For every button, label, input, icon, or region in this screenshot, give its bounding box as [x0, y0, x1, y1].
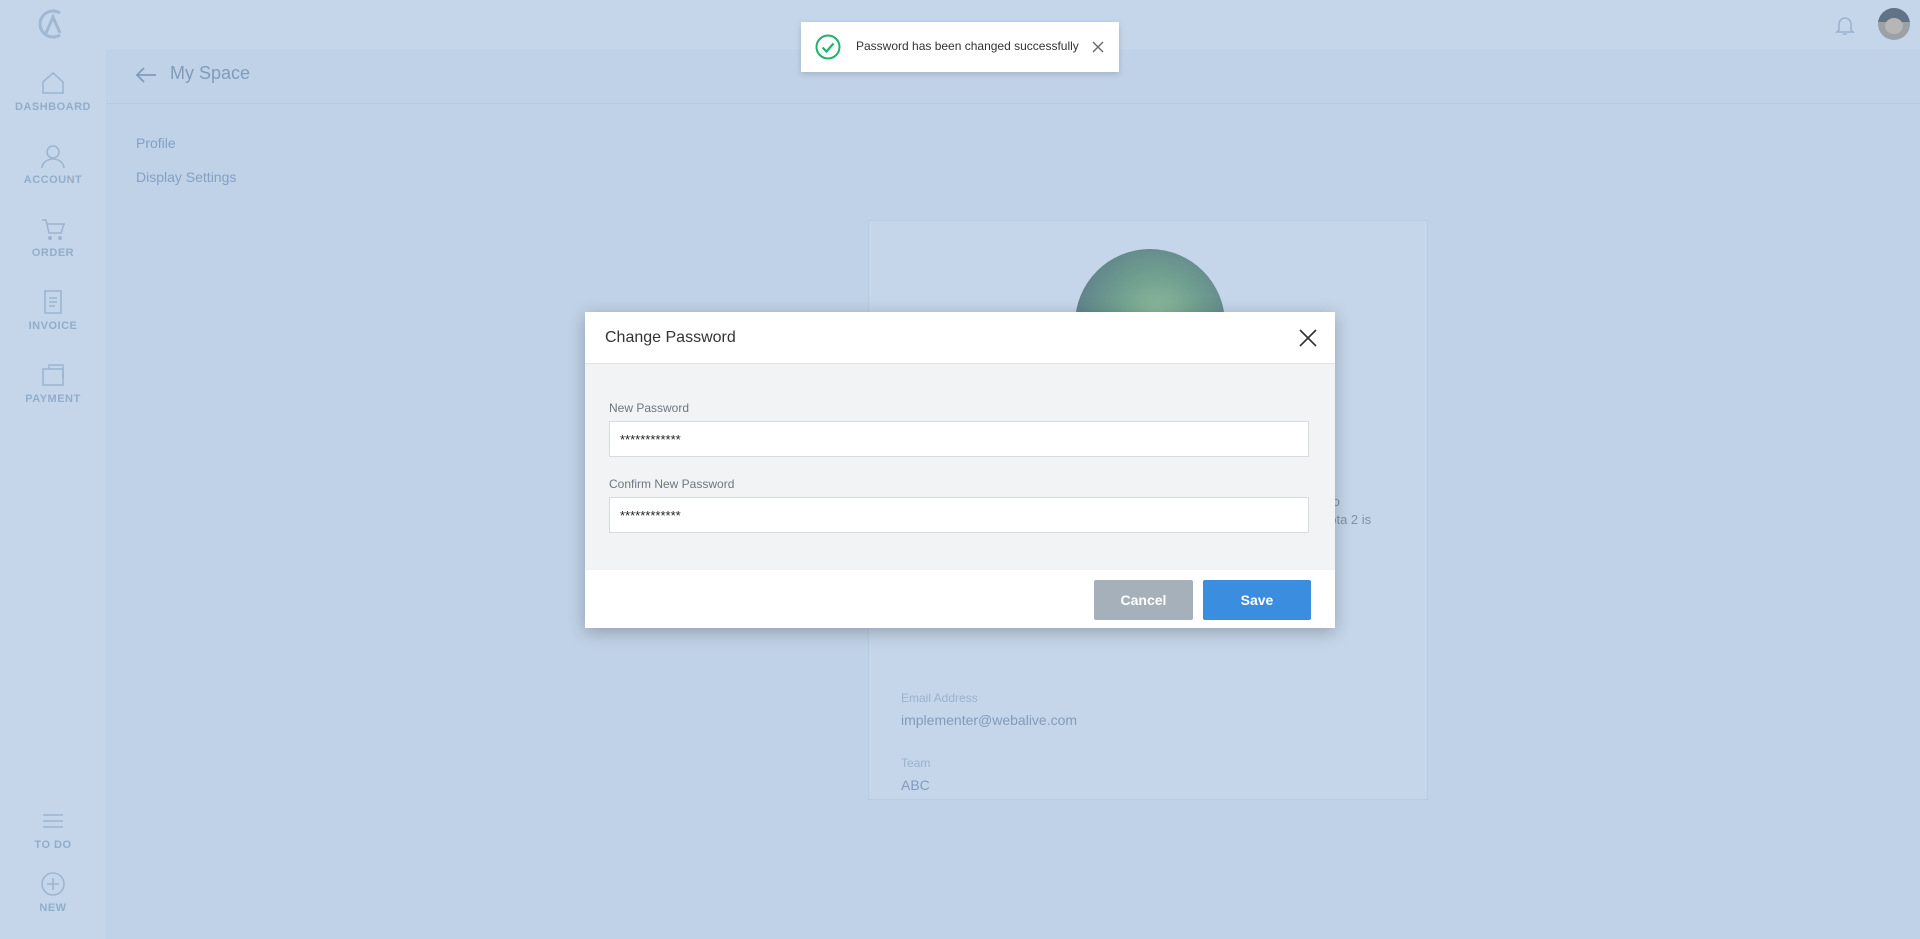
- dialog-title: Change Password: [605, 329, 736, 346]
- dialog-footer: Cancel Save: [585, 570, 1335, 628]
- dialog-header: Change Password: [585, 312, 1335, 364]
- check-circle-icon: [815, 34, 841, 60]
- change-password-dialog: Change Password New Password Confirm New…: [585, 312, 1335, 628]
- confirm-password-label: Confirm New Password: [609, 477, 735, 491]
- new-password-label: New Password: [609, 401, 690, 415]
- close-icon[interactable]: [1298, 328, 1318, 348]
- success-toast: Password has been changed successfully: [801, 22, 1119, 72]
- toast-message: Password has been changed successfully: [856, 39, 1079, 53]
- dialog-body: New Password Confirm New Password: [585, 364, 1335, 570]
- cancel-button[interactable]: Cancel: [1094, 580, 1193, 620]
- confirm-password-field[interactable]: [609, 497, 1309, 533]
- save-button[interactable]: Save: [1203, 580, 1311, 620]
- close-icon[interactable]: [1091, 40, 1105, 54]
- new-password-field[interactable]: [609, 421, 1309, 457]
